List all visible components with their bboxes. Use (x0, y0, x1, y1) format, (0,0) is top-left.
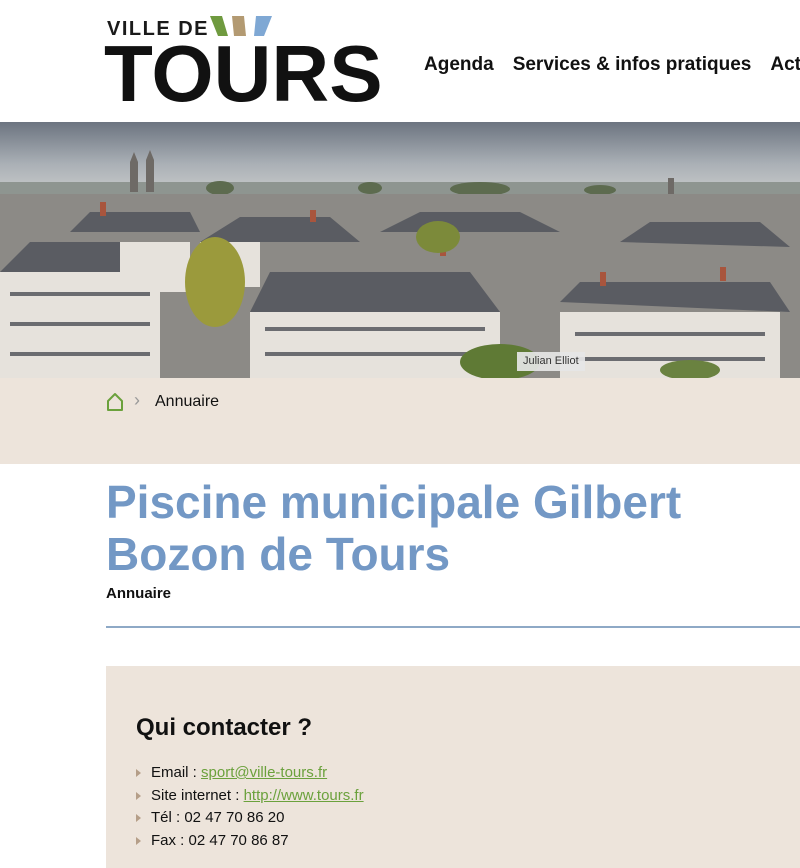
main-nav: Agenda Services & infos pratiques Action (424, 54, 800, 76)
contact-list: Email : sport@ville-tours.fr Site intern… (136, 762, 364, 852)
bullet-icon (136, 769, 141, 777)
contact-item-phone: Tél : 02 47 70 86 20 (136, 807, 364, 830)
nav-item-action[interactable]: Action (770, 54, 800, 76)
nav-item-agenda[interactable]: Agenda (424, 54, 494, 76)
nav-item-services[interactable]: Services & infos pratiques (513, 54, 752, 76)
contact-heading: Qui contacter ? (136, 714, 313, 741)
page-category: Annuaire (106, 585, 172, 602)
home-icon[interactable] (106, 392, 124, 412)
contact-item-email: Email : sport@ville-tours.fr (136, 762, 364, 785)
site-header: VILLE DE TOURS Agenda Services & infos p… (0, 0, 800, 122)
phone-value: 02 47 70 86 20 (184, 809, 285, 826)
contact-label: Email : (151, 764, 202, 781)
site-logo[interactable]: VILLE DE TOURS (104, 12, 383, 114)
page-title: Piscine municipale Gilbert Bozon de Tour… (106, 476, 682, 580)
photo-credit: Julian Elliot (517, 352, 585, 371)
hero-image (0, 122, 800, 378)
contact-label: Site internet : (151, 786, 244, 804)
breadcrumb (0, 378, 800, 464)
city-rooftops-illustration (0, 122, 800, 378)
chevron-right-icon: › (134, 390, 140, 410)
bullet-icon (136, 836, 141, 845)
contact-label: Tél : (151, 809, 185, 826)
bullet-icon (136, 814, 141, 822)
contact-box: Qui contacter ? Email : sport@ville-tour… (106, 666, 800, 868)
logo-big-text: TOURS (104, 29, 383, 118)
contact-label: Fax : (151, 831, 189, 849)
email-link[interactable]: sport@ville-tours.fr (201, 764, 327, 781)
contact-item-fax: Fax : 02 47 70 86 87 (136, 830, 364, 853)
breadcrumb-current: Annuaire (155, 393, 220, 410)
divider (106, 626, 800, 628)
bullet-icon (136, 791, 141, 800)
website-link[interactable]: http://www.tours.fr (244, 787, 364, 804)
contact-item-website: Site internet : http://www.tours.fr (136, 785, 364, 808)
fax-value: 02 47 70 86 87 (188, 831, 289, 849)
